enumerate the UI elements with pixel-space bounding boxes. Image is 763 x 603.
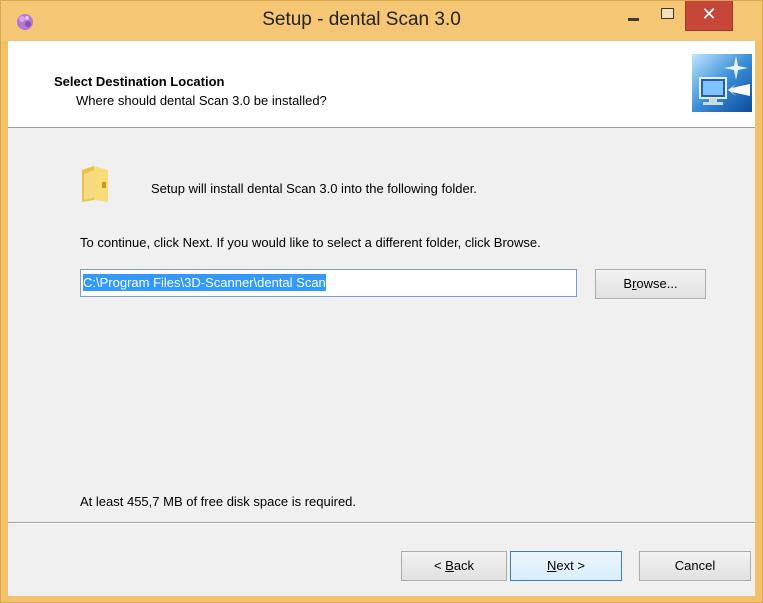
close-icon: ✕ bbox=[701, 4, 717, 24]
disk-space-text: At least 455,7 MB of free disk space is … bbox=[80, 494, 357, 509]
minimize-icon bbox=[628, 18, 639, 21]
computer-install-icon bbox=[692, 54, 752, 112]
intro-text: Setup will install dental Scan 3.0 into … bbox=[151, 181, 477, 196]
page-subtitle: Where should dental Scan 3.0 be installe… bbox=[76, 93, 327, 108]
title-bar[interactable]: Setup - dental Scan 3.0 ✕ bbox=[1, 1, 762, 41]
back-mnemonic: B bbox=[445, 558, 454, 573]
back-prefix: < bbox=[433, 558, 446, 573]
wizard-header: Select Destination Location Where should… bbox=[8, 41, 755, 128]
folder-icon bbox=[82, 166, 108, 202]
back-button[interactable]: < Back bbox=[401, 551, 507, 581]
back-label-rest: ack bbox=[453, 558, 475, 573]
setup-window: Setup - dental Scan 3.0 ✕ Select Destina… bbox=[0, 0, 763, 603]
close-button[interactable]: ✕ bbox=[685, 1, 733, 31]
cancel-button[interactable]: Cancel bbox=[639, 551, 751, 581]
maximize-icon bbox=[661, 8, 674, 19]
wizard-client-area: Select Destination Location Where should… bbox=[8, 41, 755, 596]
next-label-rest: ext > bbox=[556, 558, 585, 573]
browse-label-start: B bbox=[623, 276, 633, 291]
destination-path-input[interactable]: C:\Program Files\3D-Scanner\dental Scan bbox=[80, 269, 577, 297]
maximize-button[interactable] bbox=[651, 1, 683, 31]
browse-label-end: owse... bbox=[636, 276, 678, 291]
page-title: Select Destination Location bbox=[54, 74, 225, 89]
footer-divider bbox=[8, 522, 755, 524]
instruction-text: To continue, click Next. If you would li… bbox=[80, 235, 541, 250]
next-mnemonic: N bbox=[547, 558, 557, 573]
destination-path-value: C:\Program Files\3D-Scanner\dental Scan bbox=[83, 274, 326, 291]
minimize-button[interactable] bbox=[617, 1, 649, 31]
browse-button[interactable]: Browse... bbox=[595, 269, 706, 299]
next-button[interactable]: Next > bbox=[510, 551, 622, 581]
